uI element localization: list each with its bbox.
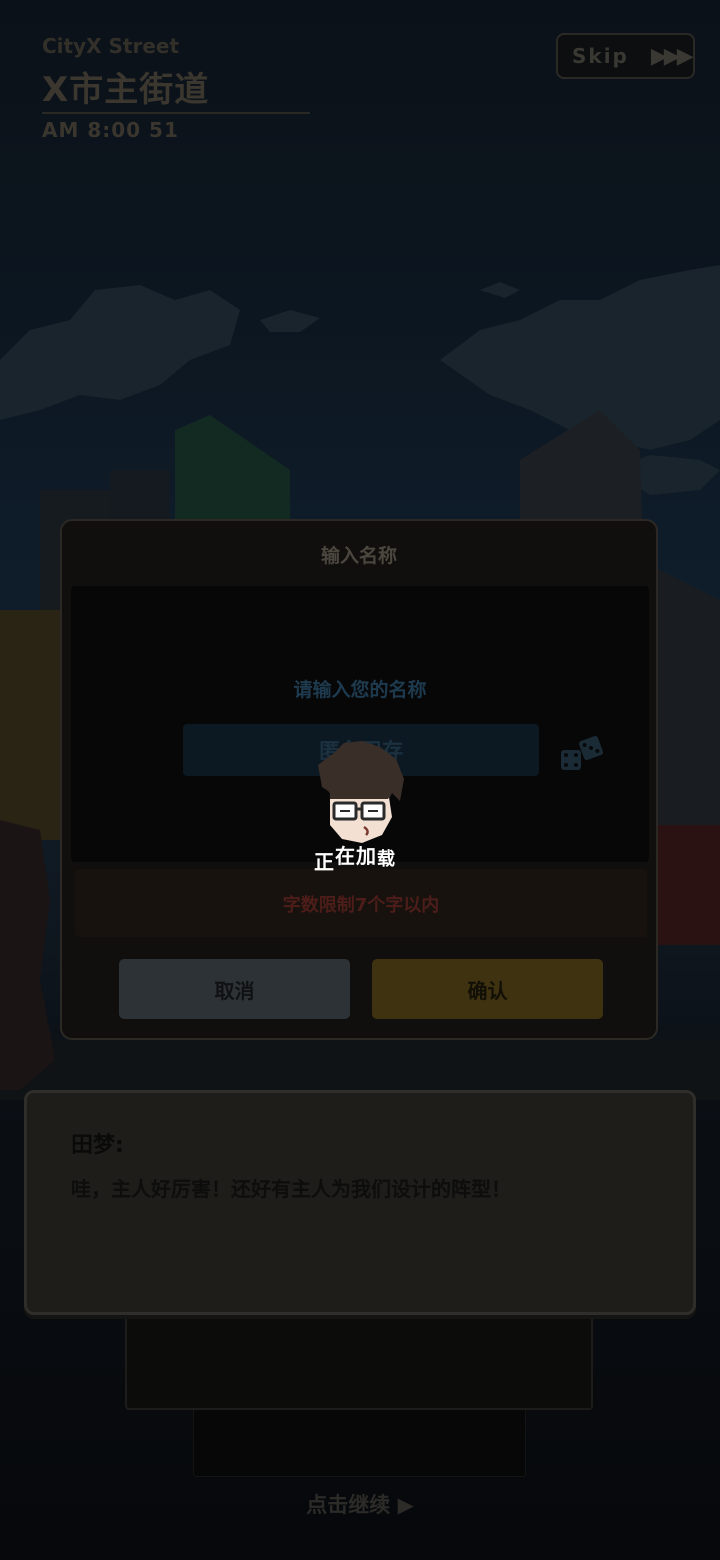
- loading-char: 加: [356, 844, 376, 868]
- char-limit-notice: 字数限制7个字以内: [75, 869, 647, 937]
- dialog-stack-shadow-1: [125, 1305, 593, 1410]
- skip-button[interactable]: Skip ▶▶▶: [556, 33, 695, 79]
- speaker-name: 田梦:: [71, 1133, 124, 1158]
- char-limit-text: 字数限制7个字以内: [282, 895, 440, 916]
- location-title: X市主街道: [42, 70, 210, 110]
- location-english: CityX Street: [42, 34, 180, 58]
- continue-hint[interactable]: 点击继续 ▶: [0, 1489, 720, 1519]
- loading-char: 在: [335, 844, 355, 868]
- header-divider: [42, 112, 310, 114]
- confirm-button[interactable]: 确认: [372, 959, 603, 1019]
- loading-text: 正在加载: [314, 840, 396, 874]
- dialog-title: 输入名称: [320, 545, 397, 567]
- dialog-stack-shadow-2: [193, 1405, 526, 1477]
- game-screen[interactable]: CityX Street X市主街道 AM 8:00 51 Skip ▶▶▶ 田…: [0, 0, 720, 1560]
- dialogue-box[interactable]: 田梦: 哇，主人好厉害！还好有主人为我们设计的阵型！: [24, 1090, 696, 1315]
- cancel-button[interactable]: 取消: [119, 959, 350, 1019]
- game-clock: AM 8:00 51: [42, 118, 179, 142]
- loading-char: 正: [314, 850, 334, 874]
- name-prompt: 请输入您的名称: [293, 679, 427, 701]
- skip-label: Skip: [572, 44, 629, 68]
- dialogue-text: 哇，主人好厉害！还好有主人为我们设计的阵型！: [71, 1177, 511, 1201]
- fast-forward-icon: ▶▶▶: [650, 43, 694, 69]
- loading-char: 载: [377, 849, 395, 870]
- dice-icon[interactable]: [555, 734, 605, 774]
